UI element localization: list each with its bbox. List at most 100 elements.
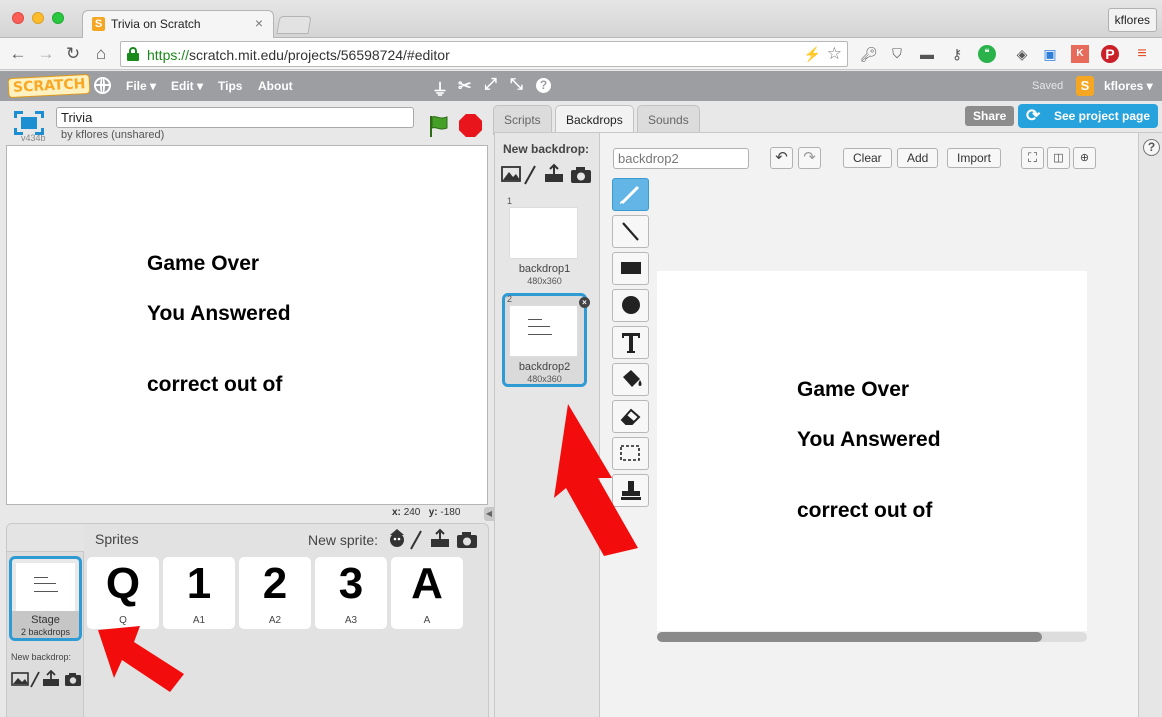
stage-canvas[interactable]: Game Over You Answered correct out of [6,145,488,505]
canvas-text-you-answered: You Answered [797,428,941,451]
lock-icon [127,47,139,61]
layers-icon[interactable]: ◈ [1013,45,1031,63]
stop-sign-icon[interactable] [459,114,482,137]
edit-menu[interactable]: Edit ▾ [171,79,203,93]
rectangle-tool[interactable] [612,252,649,285]
new-tab-button[interactable] [276,16,312,34]
choose-backdrop-library-icon [11,672,29,686]
backdrop-list: New backdrop: 1 backdrop1 480x360 2 back… [495,133,600,717]
sprite-tile-a2[interactable]: 2 A2 [239,557,311,629]
tab-title: Trivia on Scratch [111,17,201,31]
scratch-menubar: SCRATCH File ▾ Edit ▾ Tips About ⏚ ✂ ⤢ ⤡… [0,71,1162,101]
mouse-coordinates: x: 240 y: -180 [392,507,461,518]
brush-tool[interactable] [612,178,649,211]
stage-text-you-answered: You Answered [147,302,291,325]
close-window-button[interactable] [12,12,24,24]
stage-text-correct-out-of: correct out of [147,373,283,396]
help-icon[interactable]: ? [1143,139,1160,156]
project-title-input[interactable] [56,107,414,128]
saved-status: Saved [1032,80,1064,92]
home-icon[interactable]: ⌂ [91,44,111,64]
stage-backdrop-count: 2 backdrops [20,627,71,637]
tab-close-icon[interactable]: × [255,15,263,31]
extension-key2-icon[interactable]: ⚷ [948,45,966,63]
stage-thumbnail[interactable]: Stage 2 backdrops [9,556,82,641]
see-project-page-button[interactable]: ⟳ See project page [1018,104,1158,128]
klout-icon[interactable]: K [1071,45,1089,63]
canvas-text-correct-out-of: correct out of [797,499,933,522]
undo-icon[interactable]: ↶ [770,147,793,169]
redo-icon[interactable]: ↷ [798,147,821,169]
back-arrow-icon[interactable]: ← [8,44,28,64]
paint-canvas[interactable]: Game Over You Answered correct out of [657,271,1087,631]
pocket-icon[interactable]: ⛉ [888,45,906,63]
tab-scripts[interactable]: Scripts [493,105,552,135]
backdrop-name-input[interactable] [613,148,749,169]
file-menu[interactable]: File ▾ [126,79,156,93]
paint-backdrop-icon [30,671,40,688]
sprite-tile-q[interactable]: Q Q [87,557,159,629]
profile-button[interactable]: kflores [1107,8,1157,32]
hangouts-icon[interactable]: ❝ [978,45,996,63]
stamp-tool[interactable] [612,474,649,507]
forward-arrow-icon[interactable]: → [36,44,56,64]
zoom-window-button[interactable] [52,12,64,24]
duplicate-stamp-icon[interactable]: ⏚ [432,76,448,100]
fill-bucket-tool[interactable] [612,363,649,396]
address-bar[interactable]: https://scratch.mit.edu/projects/5659872… [120,41,848,67]
add-button[interactable]: Add [897,148,939,168]
help-column: ? [1138,133,1162,717]
import-button[interactable]: Import [947,148,1002,168]
shrink-icon[interactable]: ⤡ [510,76,523,94]
delete-backdrop-icon[interactable]: × [579,297,590,308]
version-label: v434b [21,133,46,143]
browser-titlebar: S Trivia on Scratch × kflores [0,0,1162,38]
reload-icon[interactable]: ↻ [63,44,83,64]
canvas-text-game-over: Game Over [797,378,910,401]
bookmark-star-icon[interactable]: ☆ [827,44,842,64]
share-button[interactable]: Share [965,106,1015,126]
sprites-title: Sprites [95,531,139,547]
canvas-scrollbar-thumb[interactable] [657,632,1042,642]
backdrop-thumb-image [509,207,578,259]
lightning-icon[interactable]: ⚡ [804,46,821,63]
set-costume-center-icon[interactable]: ⊕ [1073,147,1096,169]
green-flag-icon[interactable] [427,114,451,138]
pinterest-icon[interactable]: P [1101,45,1119,63]
browser-tab[interactable]: S Trivia on Scratch × [82,10,274,38]
grow-icon[interactable]: ⤢ [484,76,497,94]
line-tool[interactable] [612,215,649,248]
extension-key-icon[interactable]: 🔑︎ [860,45,878,63]
tips-menu[interactable]: Tips [218,79,242,93]
about-menu[interactable]: About [258,79,293,93]
incognito-mask-icon[interactable]: ▬ [918,45,936,63]
user-avatar-icon[interactable]: S [1076,76,1094,96]
crop-icon[interactable]: ⛶ [1021,147,1044,169]
paint-editor: ↶ ↷ Clear Add Import ⛶ ◫ ⊕ [601,133,1136,717]
sprite-tile-a[interactable]: A A [391,557,463,629]
sprite-tile-a3[interactable]: 3 A3 [315,557,387,629]
backdrop-thumb-2[interactable]: 2 backdrop2 480x360 [502,293,587,387]
clear-button[interactable]: Clear [843,148,892,168]
eraser-tool[interactable] [612,400,649,433]
select-tool[interactable] [612,437,649,470]
new-sprite-label: New sprite: [308,532,379,548]
flip-horizontal-icon[interactable]: ◫ [1047,147,1070,169]
tab-sounds[interactable]: Sounds [637,105,700,135]
sprite-tile-a1[interactable]: 1 A1 [163,557,235,629]
scratch-logo[interactable]: SCRATCH [7,73,91,99]
language-globe-icon[interactable] [94,77,111,94]
chrome-menu-icon[interactable]: ≡ [1133,45,1151,63]
ellipse-tool[interactable] [612,289,649,322]
user-menu[interactable]: kflores ▾ [1104,79,1153,93]
delete-scissors-icon[interactable]: ✂ [458,76,471,96]
address-url[interactable]: https://scratch.mit.edu/projects/5659872… [147,47,450,63]
camera-sprite-icon [457,532,477,548]
screen-capture-icon[interactable]: ▣ [1041,45,1059,63]
block-help-icon[interactable]: ? [536,78,551,93]
text-tool[interactable] [612,326,649,359]
minimize-window-button[interactable] [32,12,44,24]
upload-sprite-icon [431,528,449,547]
stage-collapse-arrow-icon[interactable]: ◀ [484,507,494,521]
backdrop-thumb-1[interactable]: 1 backdrop1 480x360 [502,195,587,289]
